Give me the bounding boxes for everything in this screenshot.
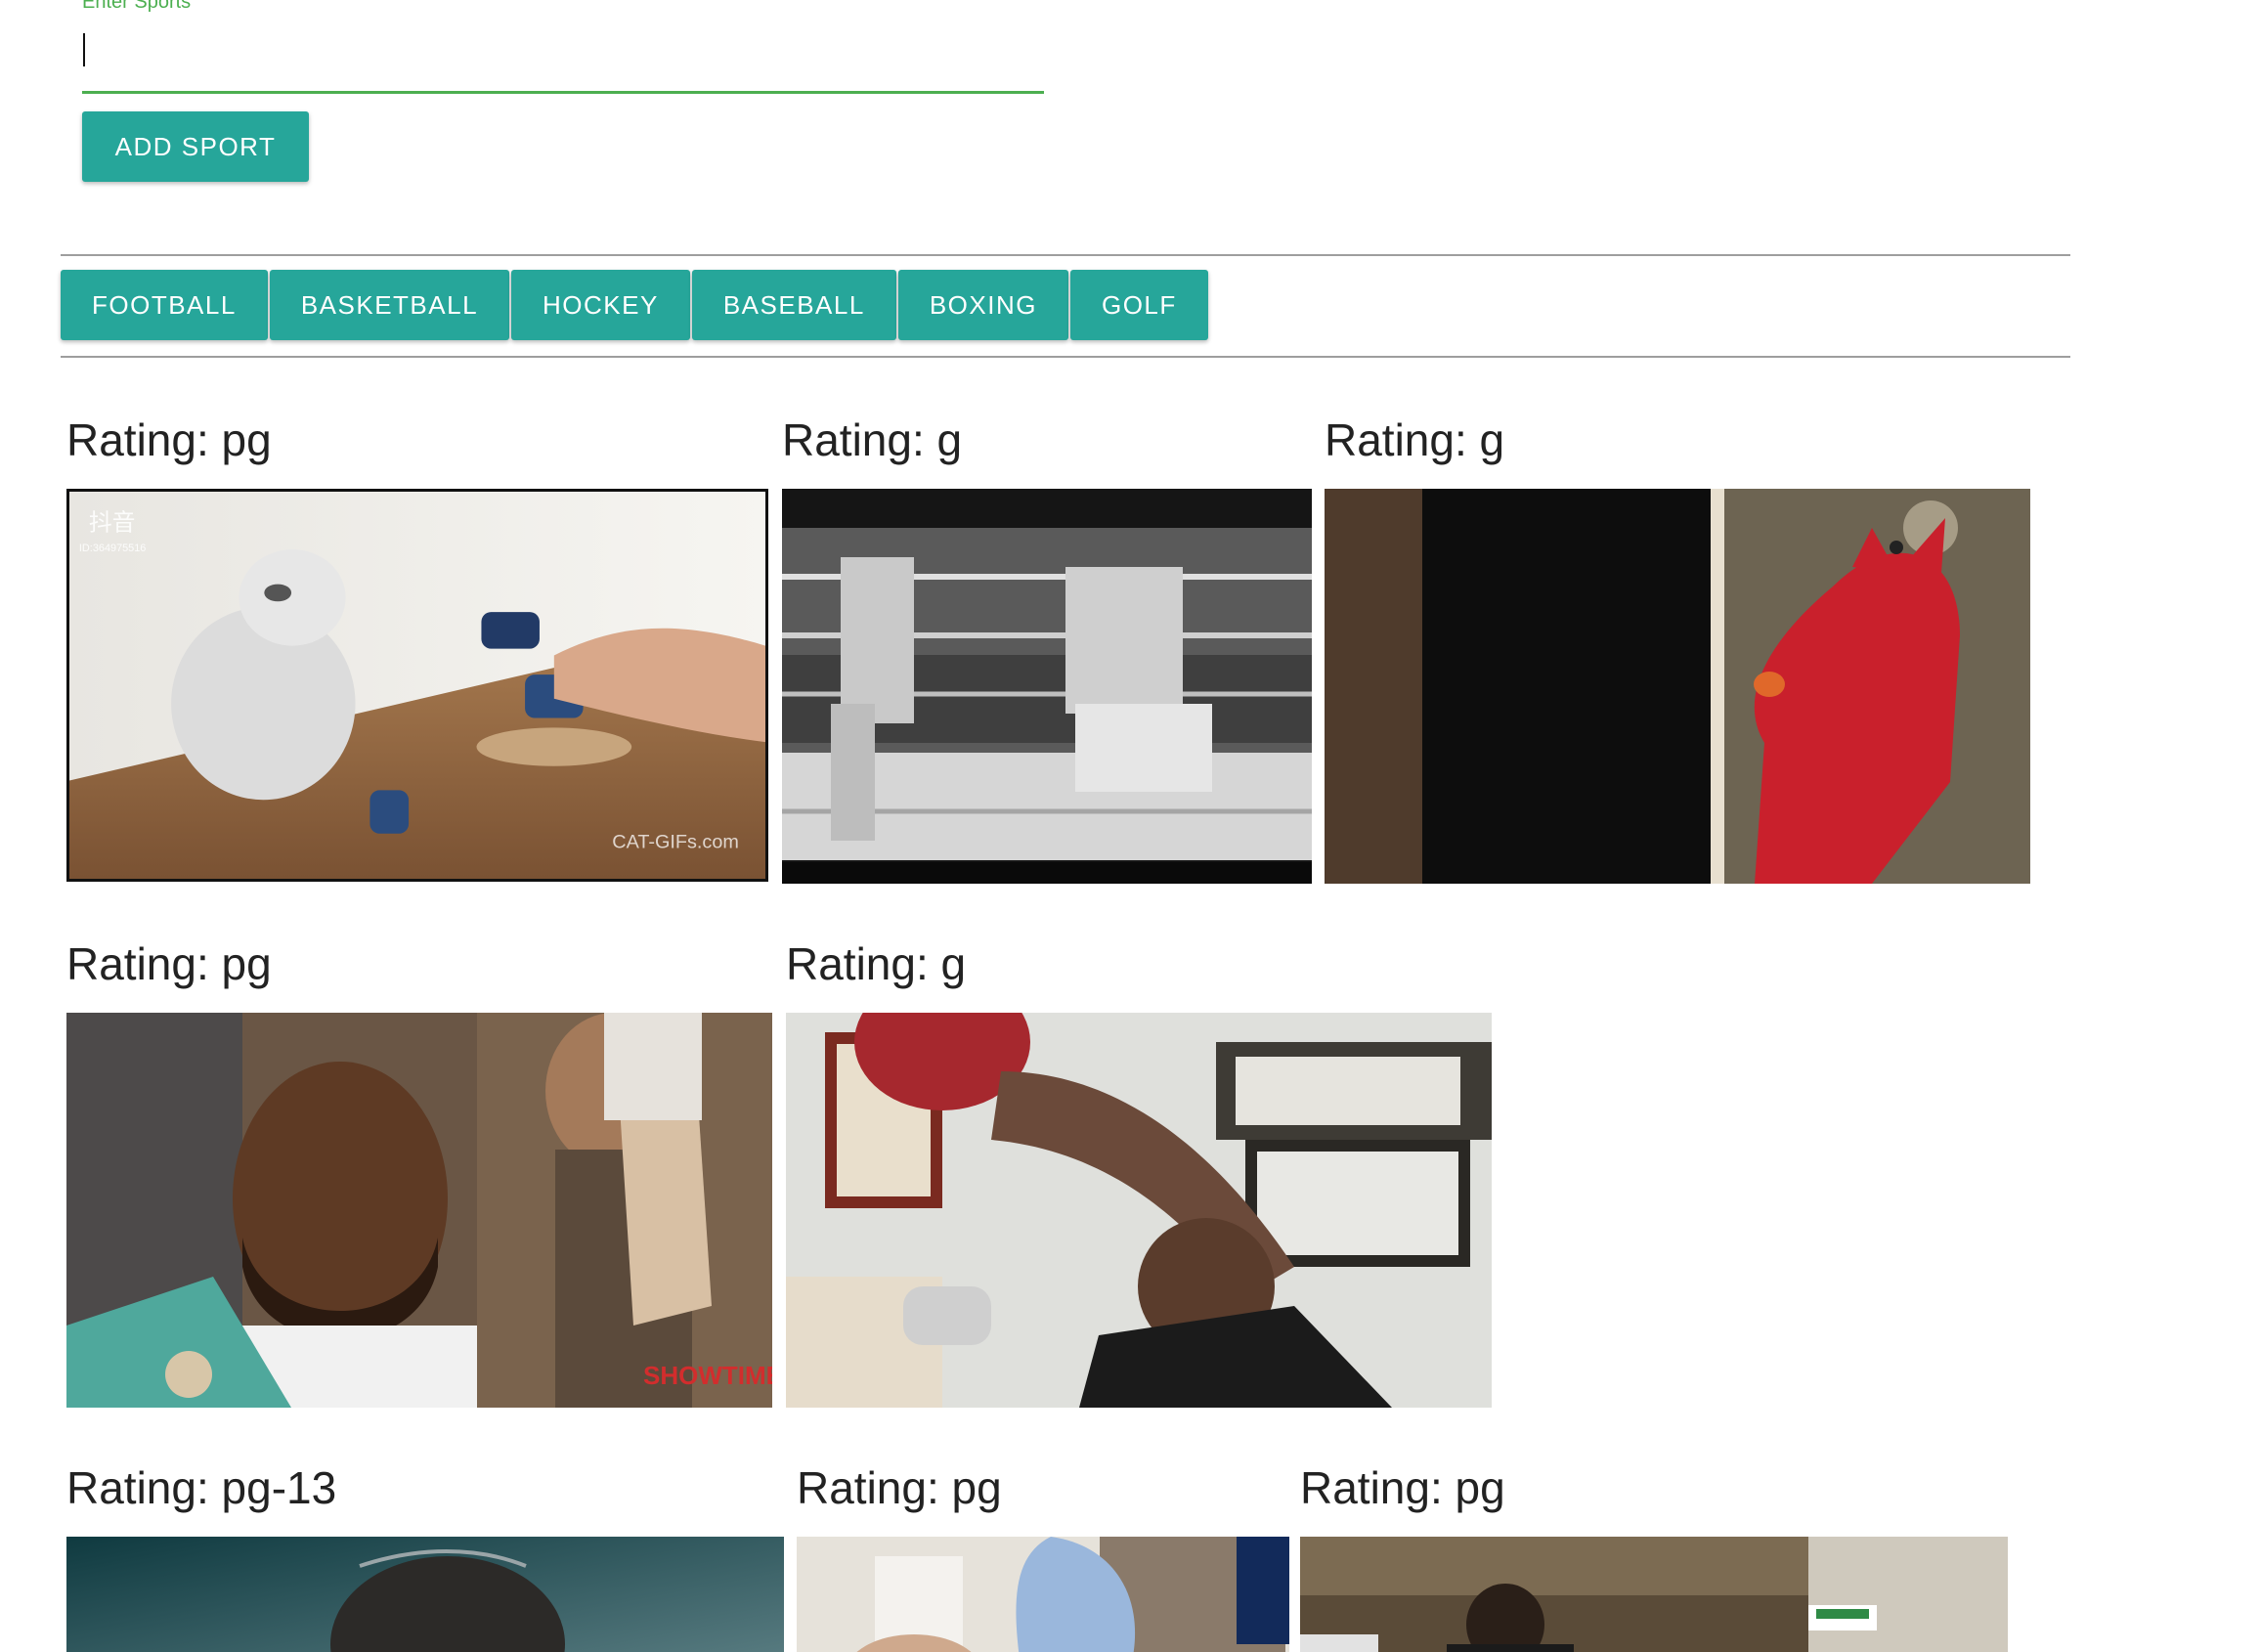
gif-watermark: SHOWTIME	[643, 1361, 772, 1390]
gif-image-boxer-hand-raised[interactable]: SHOWTIME	[66, 1013, 772, 1408]
gif-rating: Rating: pg	[66, 938, 272, 989]
sport-buttons: FOOTBALL BASKETBALL HOCKEY BASEBALL BOXI…	[61, 270, 1208, 340]
gif-card: Rating: pg SHOWTIME	[66, 936, 774, 1408]
gif-card: Rating: g	[782, 413, 1315, 884]
gif-corner-tag: 抖音	[89, 509, 136, 536]
gif-card: Rating: pg	[1300, 1460, 2014, 1652]
divider-bottom	[61, 356, 2070, 358]
gif-rating: Rating: pg	[797, 1462, 1002, 1513]
sport-button-football[interactable]: FOOTBALL	[61, 270, 268, 340]
sport-button-basketball[interactable]: BASKETBALL	[269, 270, 510, 340]
add-sport-button[interactable]: ADD SPORT	[82, 111, 309, 182]
gif-card: Rating: pg	[797, 1460, 1295, 1652]
sport-button-baseball[interactable]: BASEBALL	[691, 270, 896, 340]
gif-corner-id: ID:364975516	[79, 543, 146, 554]
text-caret	[83, 33, 85, 66]
gif-image-boxer-outdoor[interactable]	[1300, 1537, 2008, 1652]
gif-rating: Rating: g	[786, 938, 967, 989]
sport-button-hockey[interactable]: HOCKEY	[511, 270, 690, 340]
gif-rating: Rating: pg-13	[66, 1462, 337, 1513]
sport-input[interactable]	[82, 23, 1044, 94]
gif-image-boxer-training[interactable]	[786, 1013, 1492, 1408]
giphy-sports-page: Enter Sports ADD SPORT FOOTBALL BASKETBA…	[0, 0, 2260, 1652]
gif-card: Rating: g	[786, 936, 1496, 1408]
sport-button-boxing[interactable]: BOXING	[897, 270, 1068, 340]
gif-card: Rating: g	[1325, 413, 2032, 884]
gif-image-boxer-dark[interactable]	[66, 1537, 784, 1652]
gif-card: Rating: pg-13	[66, 1460, 786, 1652]
gif-image-boxer-glove-motion[interactable]	[797, 1537, 1289, 1652]
sport-button-golf[interactable]: GOLF	[1069, 270, 1208, 340]
divider-top	[61, 254, 2070, 256]
gif-image-puppet-punching[interactable]	[1325, 489, 2030, 884]
gif-rating: Rating: g	[1325, 414, 1505, 465]
sport-input-label: Enter Sports	[82, 0, 192, 13]
gif-rating: Rating: pg	[1300, 1462, 1505, 1513]
gif-watermark: CAT-GIFs.com	[612, 832, 739, 853]
gif-rating: Rating: pg	[66, 414, 272, 465]
gif-image-vintage-boxing[interactable]	[782, 489, 1312, 884]
gif-image-cat-boxing[interactable]: 抖音 ID:364975516 CAT-GIFs.com	[66, 489, 768, 882]
gif-rating: Rating: g	[782, 414, 963, 465]
gif-card: Rating: pg	[66, 413, 772, 882]
